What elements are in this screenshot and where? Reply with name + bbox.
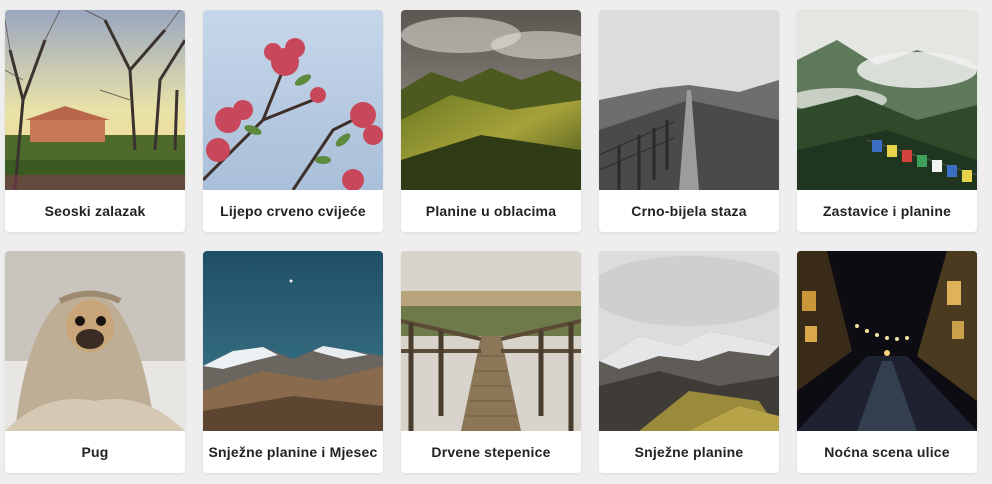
- photo-flags-mountains: [797, 10, 977, 190]
- card-caption: Crno-bijela staza: [631, 203, 747, 219]
- photo-rural-sunset: [5, 10, 185, 190]
- photo-wooden-boardwalk: [401, 251, 581, 431]
- card-caption: Planine u oblacima: [425, 203, 557, 219]
- gallery-card-bw-path[interactable]: Crno-bijela staza: [599, 10, 779, 232]
- card-caption: Noćna scena ulice: [824, 444, 950, 460]
- photo-red-flowers: [203, 10, 383, 190]
- card-caption: Lijepo crveno cvijeće: [220, 203, 366, 219]
- gallery-card-snowy-mountains-moon[interactable]: Snježne planine i Mjesec: [203, 251, 383, 473]
- photo-snowy-mountains-moon: [203, 251, 383, 431]
- photo-pug: [5, 251, 185, 431]
- card-caption: Seoski zalazak: [44, 203, 146, 219]
- gallery-card-pug[interactable]: Pug: [5, 251, 185, 473]
- gallery-card-mountains-clouds[interactable]: Planine u oblacima: [401, 10, 581, 232]
- photo-snowy-mountains: [599, 251, 779, 431]
- photo-night-street: [797, 251, 977, 431]
- photo-mountains-clouds: [401, 10, 581, 190]
- card-caption: Pug: [81, 444, 109, 460]
- photo-gallery: Seoski zalazak Lijepo crveno cvijeće Pla…: [0, 0, 992, 484]
- card-caption: Snježne planine i Mjesec: [208, 444, 378, 460]
- card-caption: Drvene stepenice: [431, 444, 551, 460]
- gallery-card-red-flowers[interactable]: Lijepo crveno cvijeće: [203, 10, 383, 232]
- gallery-card-rural-sunset[interactable]: Seoski zalazak: [5, 10, 185, 232]
- gallery-card-wooden-boardwalk[interactable]: Drvene stepenice: [401, 251, 581, 473]
- gallery-card-night-street[interactable]: Noćna scena ulice: [797, 251, 977, 473]
- gallery-card-flags-mountains[interactable]: Zastavice i planine: [797, 10, 977, 232]
- card-caption: Zastavice i planine: [822, 203, 952, 219]
- card-caption: Snježne planine: [634, 444, 744, 460]
- photo-bw-path: [599, 10, 779, 190]
- gallery-card-snowy-mountains[interactable]: Snježne planine: [599, 251, 779, 473]
